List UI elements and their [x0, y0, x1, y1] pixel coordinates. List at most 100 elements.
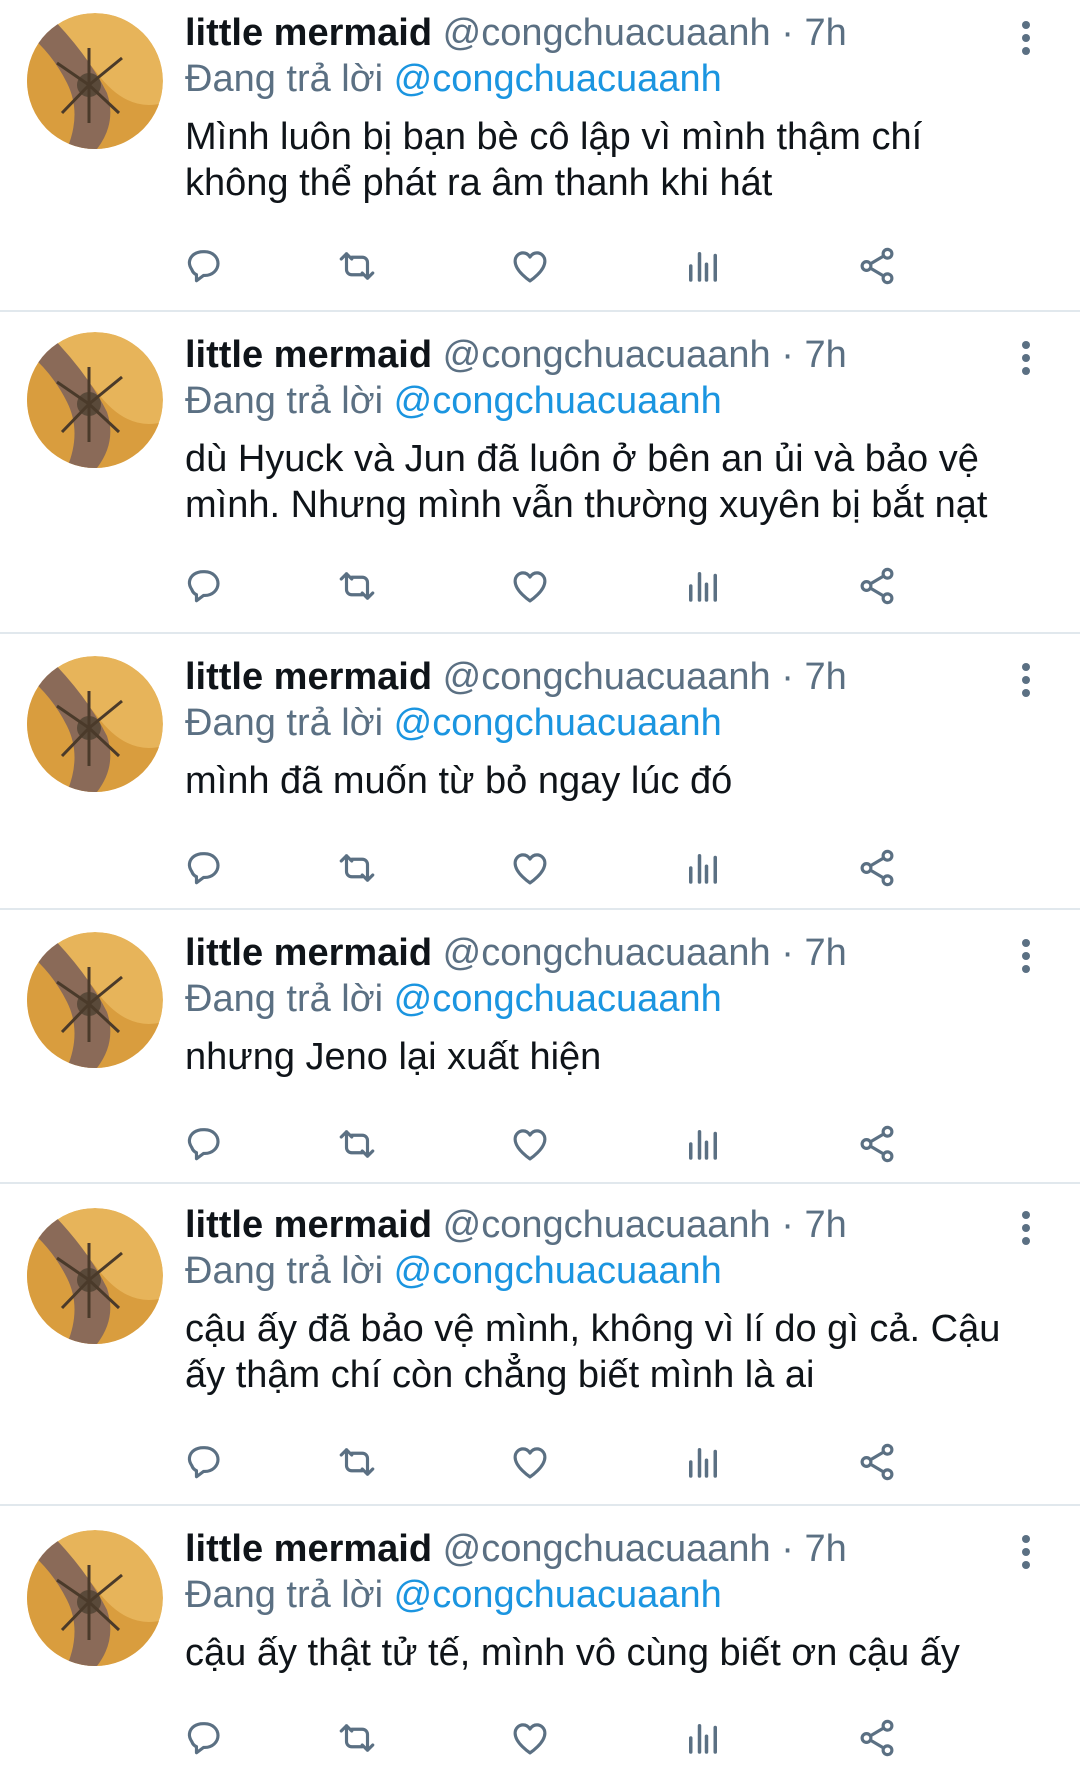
more-vertical-icon[interactable] — [1012, 660, 1040, 700]
retweet-button[interactable] — [327, 1116, 387, 1172]
retweet-button[interactable] — [327, 238, 387, 294]
reply-button[interactable] — [174, 558, 234, 614]
tweet-text: cậu ấy thật tử tế, mình vô cùng biết ơn … — [185, 1630, 1040, 1676]
like-button[interactable] — [500, 1116, 560, 1172]
retweet-button[interactable] — [327, 840, 387, 896]
display-name[interactable]: little mermaid — [185, 1204, 432, 1246]
retweet-icon — [339, 1130, 375, 1158]
tweet-text-line: không thể phát ra âm thanh khi hát — [185, 162, 773, 204]
timestamp[interactable]: 7h — [804, 1528, 846, 1570]
analytics-button[interactable] — [673, 1710, 733, 1766]
analytics-icon — [689, 1130, 717, 1160]
reply-button[interactable] — [174, 1434, 234, 1490]
tweet-text-line: Mình luôn bị bạn bè cô lập vì mình thậm … — [185, 116, 923, 158]
reply-button[interactable] — [174, 1116, 234, 1172]
reply-mention[interactable]: @congchuacuaanh — [394, 702, 722, 744]
handle[interactable]: @congchuacuaanh — [443, 12, 771, 54]
analytics-button[interactable] — [673, 238, 733, 294]
timeline: little mermaid @congchuacuaanh · 7h Đang… — [0, 0, 1080, 1776]
share-button[interactable] — [847, 1710, 907, 1766]
retweet-button[interactable] — [327, 558, 387, 614]
avatar[interactable] — [27, 656, 163, 792]
reply-context: Đang trả lời @congchuacuaanh — [185, 700, 1040, 746]
heart-icon — [513, 571, 547, 603]
like-button[interactable] — [500, 1710, 560, 1766]
reply-button[interactable] — [174, 840, 234, 896]
timestamp[interactable]: 7h — [804, 1204, 846, 1246]
reply-button[interactable] — [174, 1710, 234, 1766]
tweet[interactable]: little mermaid @congchuacuaanh · 7h Đang… — [0, 910, 1080, 1184]
analytics-button[interactable] — [673, 1434, 733, 1490]
tweet[interactable]: little mermaid @congchuacuaanh · 7h Đang… — [0, 1184, 1080, 1506]
timestamp[interactable]: 7h — [804, 334, 846, 376]
tweet[interactable]: little mermaid @congchuacuaanh · 7h Đang… — [0, 0, 1080, 312]
tweet[interactable]: little mermaid @congchuacuaanh · 7h Đang… — [0, 1506, 1080, 1776]
display-name[interactable]: little mermaid — [185, 334, 432, 376]
reply-mention[interactable]: @congchuacuaanh — [394, 58, 722, 100]
more-vertical-icon[interactable] — [1012, 1532, 1040, 1572]
timestamp[interactable]: 7h — [804, 12, 846, 54]
reply-mention[interactable]: @congchuacuaanh — [394, 1574, 722, 1616]
reply-prefix: Đang trả lời — [185, 702, 384, 744]
avatar[interactable] — [27, 932, 163, 1068]
handle[interactable]: @congchuacuaanh — [443, 1204, 771, 1246]
analytics-button[interactable] — [673, 1116, 733, 1172]
timestamp[interactable]: 7h — [804, 932, 846, 974]
share-button[interactable] — [847, 840, 907, 896]
reply-button[interactable] — [174, 238, 234, 294]
tweet[interactable]: little mermaid @congchuacuaanh · 7h Đang… — [0, 312, 1080, 634]
display-name[interactable]: little mermaid — [185, 656, 432, 698]
avatar[interactable] — [27, 13, 163, 149]
reply-prefix: Đang trả lời — [185, 978, 384, 1020]
handle[interactable]: @congchuacuaanh — [443, 334, 771, 376]
action-bar — [0, 1710, 1080, 1766]
retweet-button[interactable] — [327, 1434, 387, 1490]
like-button[interactable] — [500, 558, 560, 614]
retweet-icon — [339, 1724, 375, 1752]
heart-icon — [513, 1447, 547, 1479]
reply-context: Đang trả lời @congchuacuaanh — [185, 1572, 1040, 1618]
tweet-meta: little mermaid @congchuacuaanh · 7h — [185, 1202, 1040, 1248]
tweet-body: little mermaid @congchuacuaanh · 7h Đang… — [185, 332, 1040, 528]
timestamp[interactable]: 7h — [804, 656, 846, 698]
more-vertical-icon[interactable] — [1012, 18, 1040, 58]
more-vertical-icon[interactable] — [1012, 936, 1040, 976]
tweet-body: little mermaid @congchuacuaanh · 7h Đang… — [185, 1526, 1040, 1676]
share-button[interactable] — [847, 238, 907, 294]
analytics-button[interactable] — [673, 558, 733, 614]
avatar[interactable] — [27, 332, 163, 468]
share-icon — [860, 247, 894, 285]
handle[interactable]: @congchuacuaanh — [443, 1528, 771, 1570]
share-button[interactable] — [847, 1434, 907, 1490]
share-icon — [860, 849, 894, 887]
reply-icon — [187, 1446, 220, 1479]
separator: · — [781, 334, 794, 376]
reply-mention[interactable]: @congchuacuaanh — [394, 978, 722, 1020]
tweet-text-line: mình đã muốn từ bỏ ngay lúc đó — [185, 760, 733, 802]
reply-mention[interactable]: @congchuacuaanh — [394, 380, 722, 422]
heart-icon — [513, 251, 547, 283]
tweet-text-line: nhưng Jeno lại xuất hiện — [185, 1036, 602, 1078]
more-vertical-icon[interactable] — [1012, 338, 1040, 378]
display-name[interactable]: little mermaid — [185, 12, 432, 54]
tweet[interactable]: little mermaid @congchuacuaanh · 7h Đang… — [0, 634, 1080, 910]
display-name[interactable]: little mermaid — [185, 932, 432, 974]
reply-context: Đang trả lời @congchuacuaanh — [185, 1248, 1040, 1294]
handle[interactable]: @congchuacuaanh — [443, 656, 771, 698]
retweet-icon — [339, 1448, 375, 1476]
share-button[interactable] — [847, 558, 907, 614]
share-icon — [860, 1125, 894, 1163]
like-button[interactable] — [500, 1434, 560, 1490]
avatar[interactable] — [27, 1208, 163, 1344]
retweet-button[interactable] — [327, 1710, 387, 1766]
reply-mention[interactable]: @congchuacuaanh — [394, 1250, 722, 1292]
reply-prefix: Đang trả lời — [185, 1250, 384, 1292]
display-name[interactable]: little mermaid — [185, 1528, 432, 1570]
like-button[interactable] — [500, 238, 560, 294]
more-vertical-icon[interactable] — [1012, 1208, 1040, 1248]
share-button[interactable] — [847, 1116, 907, 1172]
avatar[interactable] — [27, 1530, 163, 1666]
analytics-button[interactable] — [673, 840, 733, 896]
like-button[interactable] — [500, 840, 560, 896]
handle[interactable]: @congchuacuaanh — [443, 932, 771, 974]
